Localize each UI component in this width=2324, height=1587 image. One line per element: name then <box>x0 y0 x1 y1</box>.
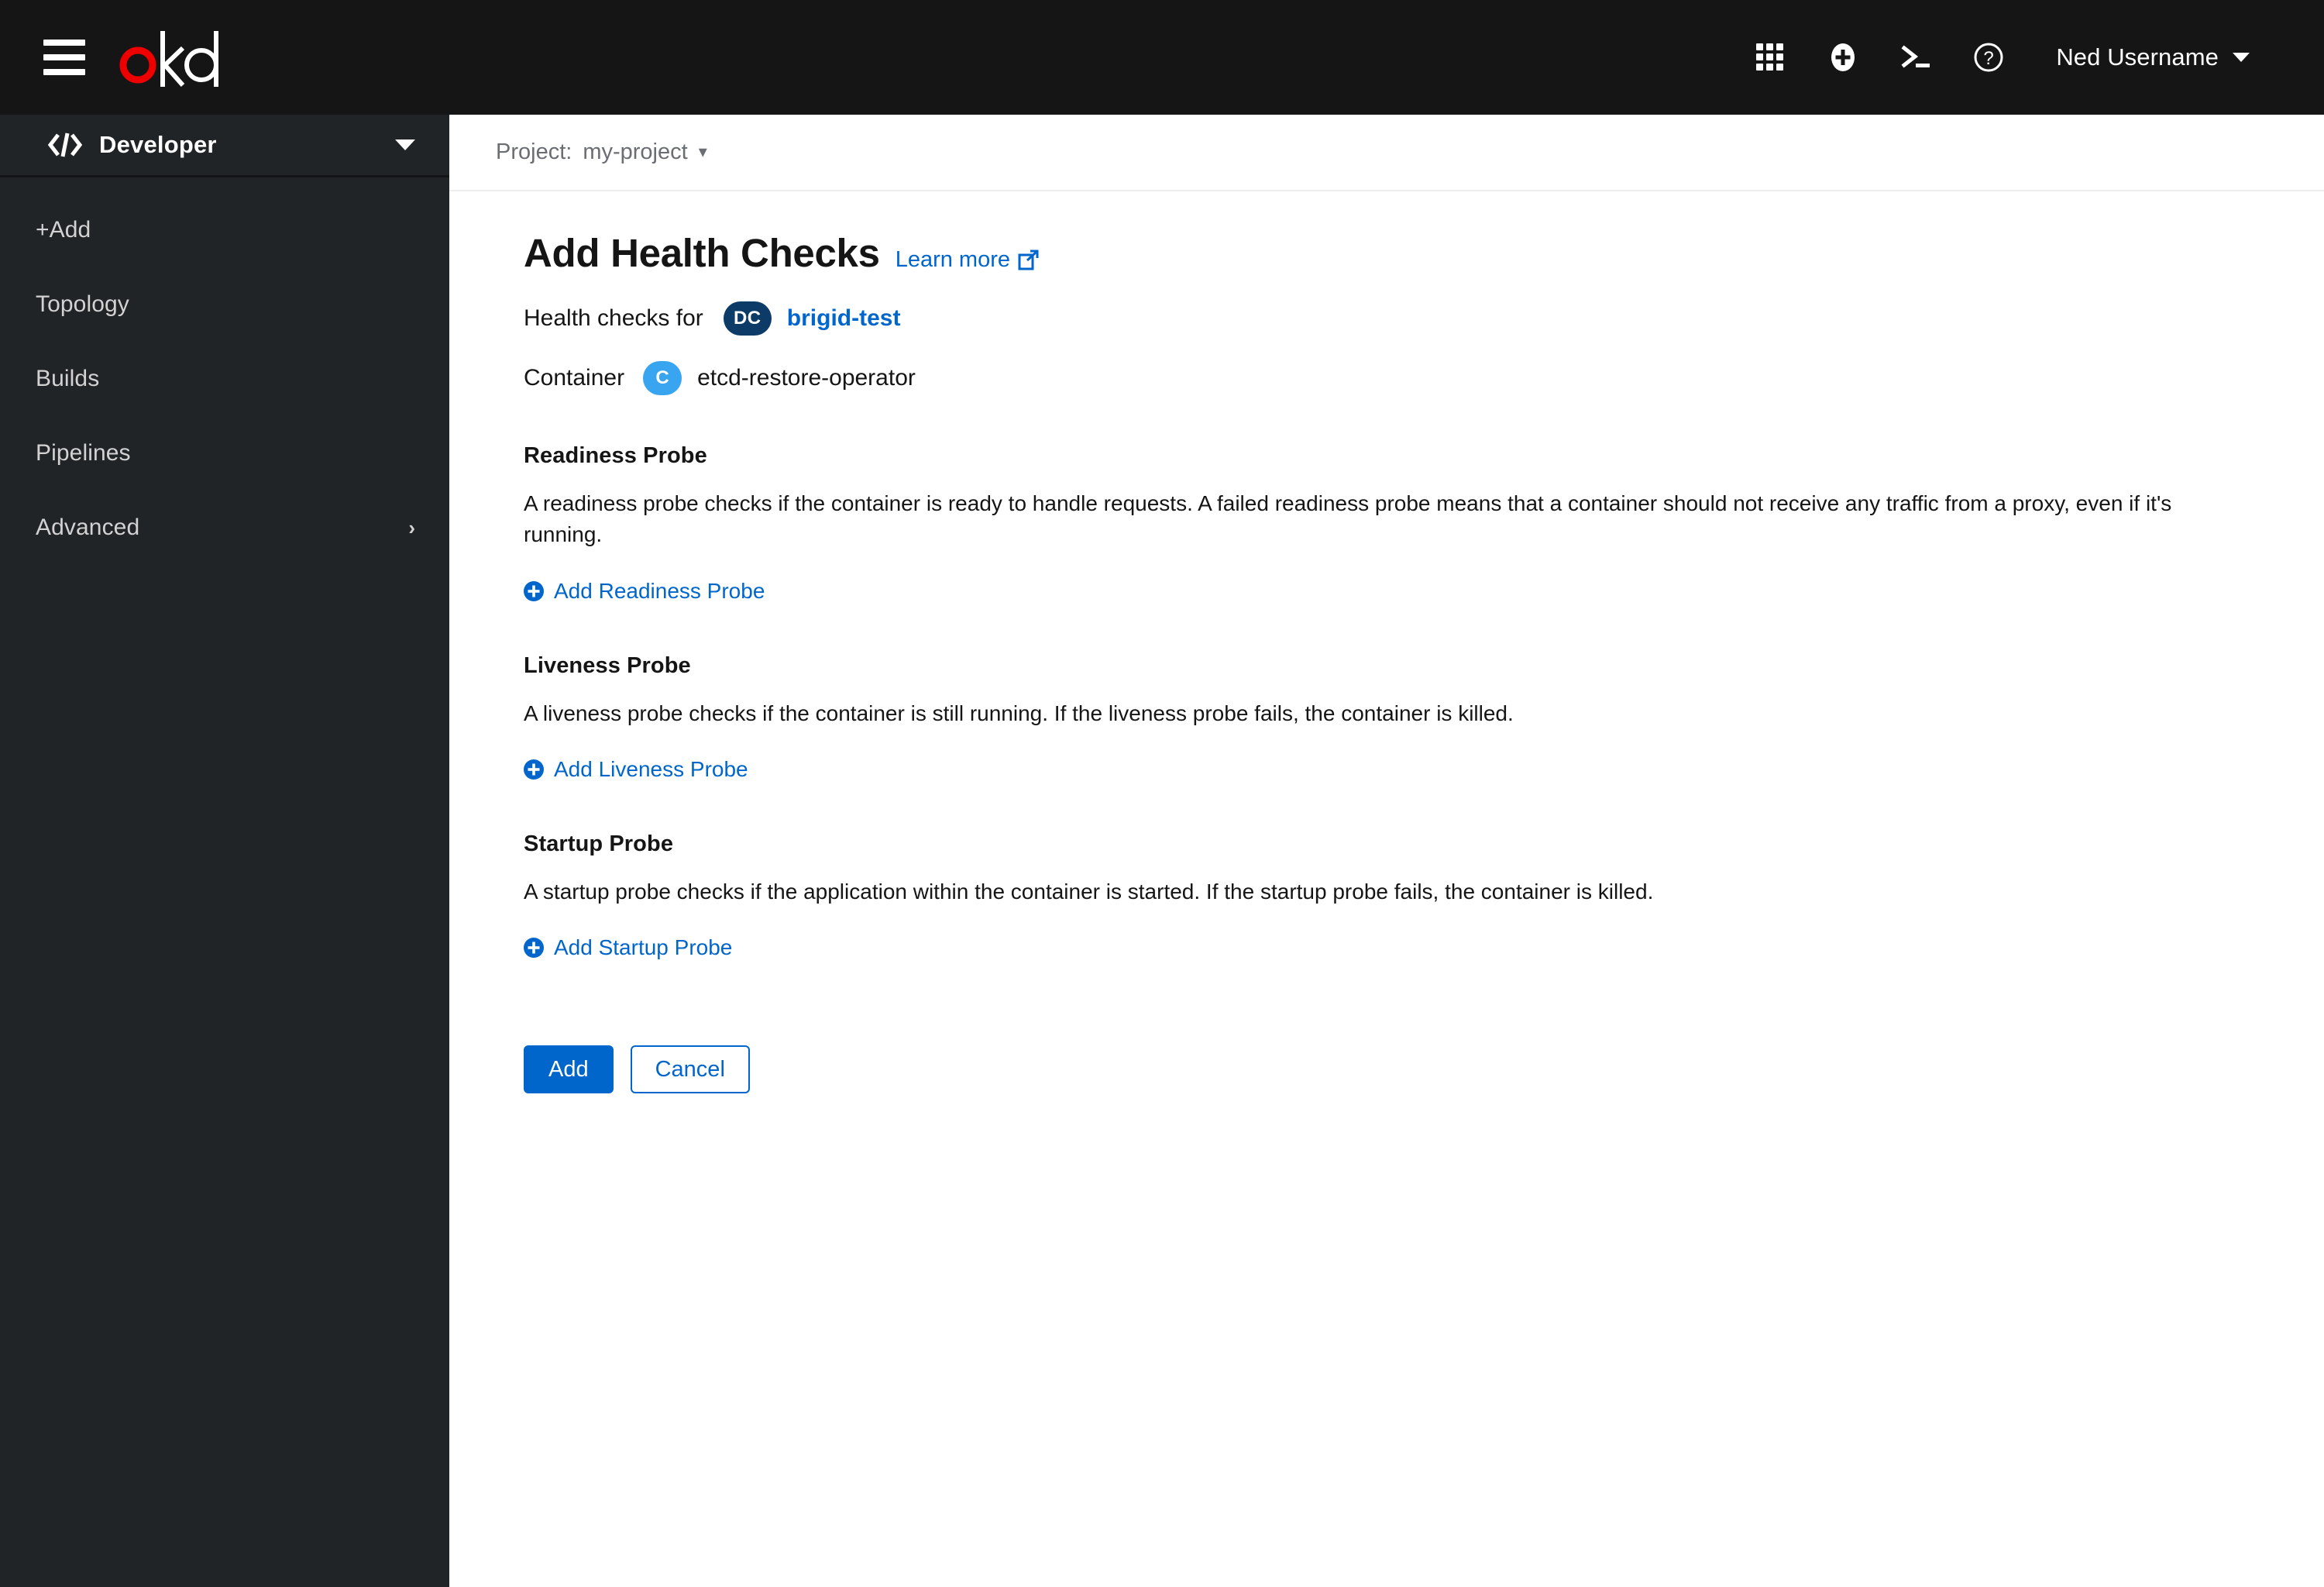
container-name: etcd-restore-operator <box>697 365 916 391</box>
readiness-probe-title: Readiness Probe <box>524 443 707 468</box>
code-icon <box>48 133 82 157</box>
sidebar-item-topology[interactable]: Topology <box>0 267 449 342</box>
project-selector[interactable]: Project: my-project ▾ <box>496 139 707 165</box>
sidebar-item-label: Topology <box>36 291 129 317</box>
perspective-switcher[interactable]: Developer <box>0 115 449 177</box>
plus-circle-icon <box>524 938 544 959</box>
help-icon[interactable]: ? <box>1952 21 2025 94</box>
terminal-icon[interactable] <box>1879 21 1952 94</box>
learn-more-label: Learn more <box>895 247 1010 272</box>
okd-logo-icon <box>119 31 218 87</box>
chevron-right-icon: › <box>408 516 415 539</box>
plus-circle-icon <box>524 580 544 601</box>
page-title-row: Add Health Checks Learn more <box>524 230 2278 276</box>
sidebar-item-label: +Add <box>36 217 91 243</box>
masthead: ? Ned Username <box>0 0 2324 115</box>
learn-more-link[interactable]: Learn more <box>896 247 1039 273</box>
perspective-label: Developer <box>99 131 217 158</box>
deployment-config-link[interactable]: brigid-test <box>787 305 901 332</box>
add-button[interactable]: Add <box>524 1045 614 1094</box>
add-startup-probe-label: Add Startup Probe <box>554 935 733 960</box>
hamburger-bar <box>43 69 85 75</box>
add-startup-probe-link[interactable]: Add Startup Probe <box>524 935 732 960</box>
startup-probe-title: Startup Probe <box>524 831 674 856</box>
project-label: Project: <box>496 139 572 164</box>
add-liveness-probe-label: Add Liveness Probe <box>554 756 748 781</box>
liveness-probe-description: A liveness probe checks if the container… <box>524 701 1514 725</box>
sidebar-item-add[interactable]: +Add <box>0 193 449 267</box>
question-circle-glyph: ? <box>1974 43 2003 72</box>
terminal-glyph <box>1901 45 1930 68</box>
container-prefix: Container <box>524 365 625 391</box>
sidebar-item-label: Advanced <box>36 515 140 540</box>
svg-text:?: ? <box>1984 48 1994 69</box>
application-launcher-icon[interactable] <box>1734 21 1807 94</box>
add-liveness-probe-link[interactable]: Add Liveness Probe <box>524 757 748 782</box>
sidebar-item-builds[interactable]: Builds <box>0 342 449 416</box>
masthead-tools: ? Ned Username <box>1734 21 2254 94</box>
liveness-probe-section: Liveness Probe A liveness probe checks i… <box>524 653 2278 783</box>
deployment-config-badge: DC <box>723 301 772 336</box>
hamburger-bar <box>43 40 85 46</box>
okd-logo[interactable] <box>118 0 228 115</box>
grid-glyph <box>1756 43 1784 71</box>
form-actions: Add Cancel <box>524 1045 2278 1094</box>
project-value: my-project <box>583 139 688 164</box>
chevron-down-icon: ▾ <box>698 142 707 161</box>
plus-circle-icon <box>524 759 544 780</box>
user-menu[interactable]: Ned Username <box>2051 34 2254 81</box>
sidebar-item-label: Pipelines <box>36 440 131 466</box>
page-title: Add Health Checks <box>524 231 880 275</box>
plus-circle-glyph <box>1831 43 1855 71</box>
external-link-icon <box>1018 250 1039 270</box>
liveness-probe-title: Liveness Probe <box>524 652 691 678</box>
sidebar-item-advanced[interactable]: Advanced › <box>0 491 449 565</box>
sidebar: Developer +Add Topology Builds Pipelines… <box>0 115 449 1587</box>
sidebar-item-label: Builds <box>36 366 100 391</box>
container-badge: C <box>643 361 682 395</box>
plus-circle-icon[interactable] <box>1807 21 1879 94</box>
readiness-probe-section: Readiness Probe A readiness probe checks… <box>524 443 2278 605</box>
startup-probe-description: A startup probe checks if the applicatio… <box>524 879 1654 904</box>
hamburger-bar <box>43 54 85 60</box>
main-content: Add Health Checks Learn more Health chec… <box>449 193 2324 1587</box>
health-check-target-prefix: Health checks for <box>524 305 703 331</box>
health-check-target-row: Health checks for DC brigid-test <box>524 301 2278 336</box>
add-readiness-probe-link[interactable]: Add Readiness Probe <box>524 579 765 604</box>
startup-probe-section: Startup Probe A startup probe checks if … <box>524 831 2278 962</box>
container-row: Container C etcd-restore-operator <box>524 361 2278 395</box>
hamburger-icon[interactable] <box>43 36 85 78</box>
chevron-down-icon <box>395 139 415 150</box>
user-name: Ned Username <box>2056 43 2219 71</box>
add-readiness-probe-label: Add Readiness Probe <box>554 578 765 603</box>
cancel-button[interactable]: Cancel <box>630 1045 750 1094</box>
readiness-probe-description: A readiness probe checks if the containe… <box>524 491 2172 547</box>
sidebar-nav-list: +Add Topology Builds Pipelines Advanced … <box>0 177 449 565</box>
sidebar-item-pipelines[interactable]: Pipelines <box>0 416 449 491</box>
project-bar: Project: my-project ▾ <box>449 115 2324 191</box>
chevron-down-icon <box>2233 53 2250 62</box>
